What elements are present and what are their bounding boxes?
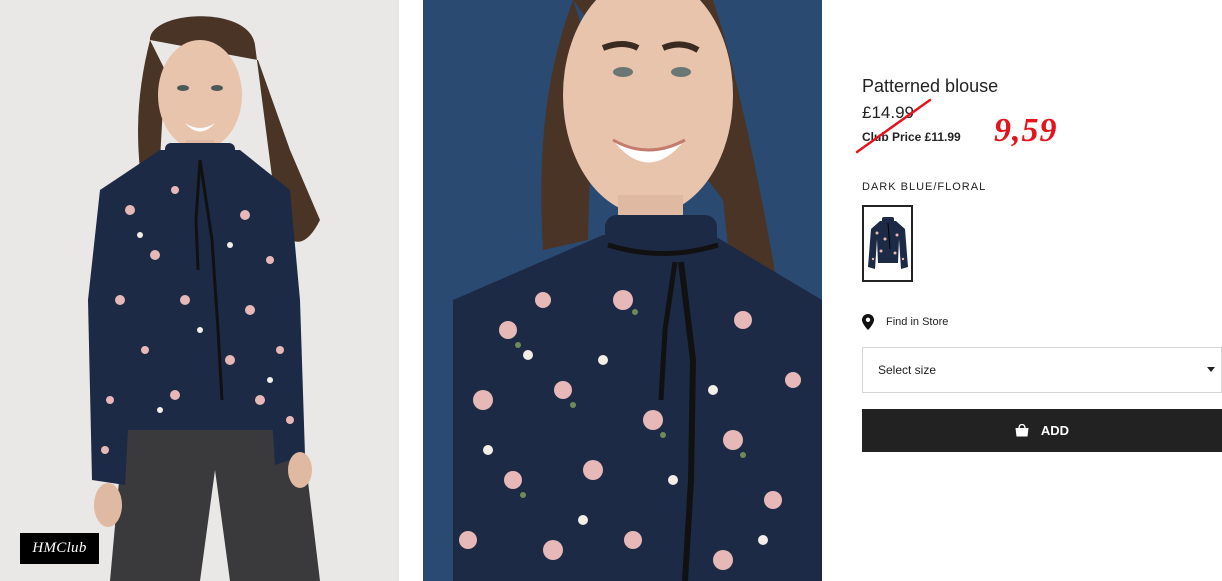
model-full-illustration: [0, 0, 399, 581]
club-price: Club Price £11.99: [862, 130, 961, 144]
shopping-bag-icon: [1015, 424, 1029, 437]
size-select-placeholder: Select size: [878, 363, 937, 377]
find-in-store-link[interactable]: Find in Store: [862, 313, 948, 331]
color-swatch-dark-blue-floral[interactable]: [862, 205, 913, 282]
find-in-store-label: Find in Store: [886, 316, 949, 328]
product-image-model-full[interactable]: [0, 0, 399, 581]
model-closeup-illustration: [423, 0, 822, 581]
product-title: Patterned blouse: [862, 76, 999, 96]
color-name: DARK BLUE/FLORAL: [862, 181, 987, 193]
add-button-label: ADD: [1040, 423, 1070, 438]
caret-down-icon: [1207, 367, 1215, 372]
add-to-bag-button[interactable]: ADD: [862, 409, 1222, 452]
map-pin-icon: [862, 314, 874, 330]
product-image-model-closeup[interactable]: [423, 0, 822, 581]
blouse-thumbnail: [867, 216, 908, 269]
handwritten-price-annotation: 9,59: [994, 112, 1058, 149]
size-select[interactable]: Select size: [862, 347, 1222, 393]
product-price-original: £14.99: [862, 103, 914, 122]
hm-club-badge: HMClub: [20, 533, 99, 564]
